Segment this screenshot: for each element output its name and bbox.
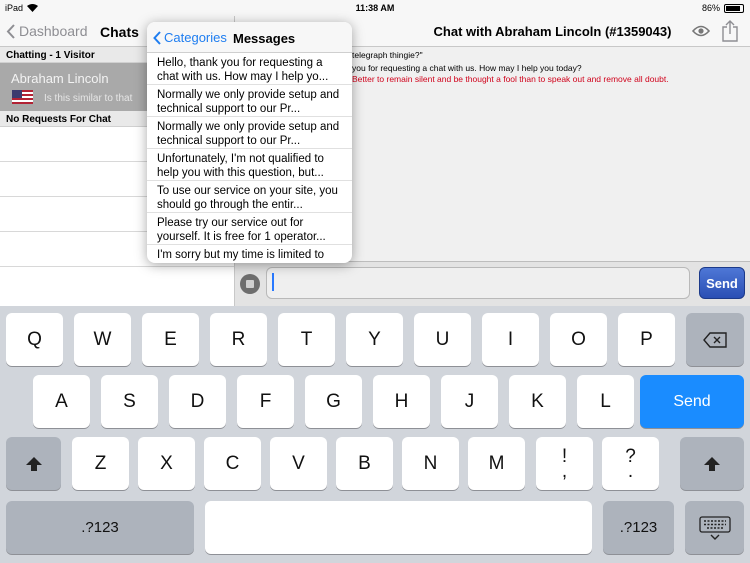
battery-percent: 86% bbox=[701, 3, 720, 13]
key-z[interactable]: Z bbox=[72, 437, 129, 490]
numbers-key-right[interactable]: .?123 bbox=[603, 501, 674, 554]
key-b[interactable]: B bbox=[336, 437, 393, 490]
left-shift-key[interactable] bbox=[6, 437, 61, 490]
canned-messages-popover: Categories Messages Hello, thank you for… bbox=[147, 22, 352, 263]
key-g[interactable]: G bbox=[305, 375, 362, 428]
key-t[interactable]: T bbox=[278, 313, 335, 366]
key-s[interactable]: S bbox=[101, 375, 158, 428]
visitor-preview: Is this similar to that bbox=[44, 93, 133, 104]
key-j[interactable]: J bbox=[441, 375, 498, 428]
popover-title: Messages bbox=[233, 31, 296, 46]
key-p[interactable]: P bbox=[618, 313, 675, 366]
key-period-label: . bbox=[627, 460, 634, 482]
key-c[interactable]: C bbox=[204, 437, 261, 490]
key-y[interactable]: Y bbox=[346, 313, 403, 366]
canned-message-item[interactable]: Unfortunately, I'm not qualified to help… bbox=[147, 149, 352, 181]
key-e[interactable]: E bbox=[142, 313, 199, 366]
transcript-line: telegraph thingie?" bbox=[352, 50, 423, 60]
numbers-key-left[interactable]: .?123 bbox=[6, 501, 194, 554]
shift-icon bbox=[704, 456, 720, 471]
categories-label: Categories bbox=[164, 30, 227, 45]
chevron-left-icon bbox=[153, 30, 161, 45]
canned-message-item[interactable]: Hello, thank you for requesting a chat w… bbox=[147, 53, 352, 85]
backspace-key[interactable] bbox=[686, 313, 744, 366]
status-time: 11:38 AM bbox=[355, 3, 395, 13]
composer-bar: Send bbox=[235, 261, 750, 306]
key-x[interactable]: X bbox=[138, 437, 195, 490]
canned-message-item[interactable]: I'm sorry but my time is limited to bbox=[147, 245, 352, 263]
key-n[interactable]: N bbox=[402, 437, 459, 490]
chats-title: Chats bbox=[100, 24, 139, 40]
visitor-name: Abraham Lincoln bbox=[11, 71, 109, 86]
key-u[interactable]: U bbox=[414, 313, 471, 366]
key-k[interactable]: K bbox=[509, 375, 566, 428]
canned-message-item[interactable]: Normally we only provide setup and techn… bbox=[147, 85, 352, 117]
key-h[interactable]: H bbox=[373, 375, 430, 428]
key-comma-label: , bbox=[561, 460, 568, 482]
text-caret bbox=[272, 273, 274, 291]
share-icon[interactable] bbox=[722, 20, 738, 42]
key-r[interactable]: R bbox=[210, 313, 267, 366]
onscreen-keyboard: Q W E R T Y U I O P A S D F G H J K L Se… bbox=[0, 306, 750, 563]
back-label: Dashboard bbox=[19, 23, 88, 39]
key-i[interactable]: I bbox=[482, 313, 539, 366]
key-f[interactable]: F bbox=[237, 375, 294, 428]
eye-icon[interactable] bbox=[692, 25, 710, 37]
dashboard-back-button[interactable]: Dashboard bbox=[6, 23, 88, 39]
shift-icon bbox=[25, 456, 42, 471]
status-bar: iPad 11:38 AM 86% bbox=[0, 0, 750, 16]
hide-keyboard-key[interactable] bbox=[685, 501, 744, 554]
battery-icon bbox=[724, 3, 744, 13]
key-m[interactable]: M bbox=[468, 437, 525, 490]
key-question-period[interactable]: ?. bbox=[602, 437, 659, 490]
canned-message-item[interactable]: To use our service on your site, you sho… bbox=[147, 181, 352, 213]
message-input[interactable] bbox=[266, 267, 690, 299]
key-l[interactable]: L bbox=[577, 375, 634, 428]
space-bar[interactable] bbox=[205, 501, 592, 554]
canned-message-item[interactable]: Please try our service out for yourself.… bbox=[147, 213, 352, 245]
send-button[interactable]: Send bbox=[699, 267, 745, 299]
keyboard-hide-icon bbox=[698, 515, 731, 540]
attach-icon[interactable] bbox=[240, 274, 260, 294]
key-a[interactable]: A bbox=[33, 375, 90, 428]
transcript-line: Better to remain silent and be thought a… bbox=[352, 74, 669, 84]
key-q[interactable]: Q bbox=[6, 313, 63, 366]
key-w[interactable]: W bbox=[74, 313, 131, 366]
categories-back-button[interactable]: Categories bbox=[153, 30, 227, 45]
key-exclaim-comma[interactable]: !, bbox=[536, 437, 593, 490]
right-shift-key[interactable] bbox=[680, 437, 744, 490]
canned-message-item[interactable]: Normally we only provide setup and techn… bbox=[147, 117, 352, 149]
transcript-line: you for requesting a chat with us. How m… bbox=[352, 63, 582, 73]
keyboard-send-key[interactable]: Send bbox=[640, 375, 744, 428]
popover-header: Categories Messages bbox=[147, 22, 352, 53]
key-d[interactable]: D bbox=[169, 375, 226, 428]
backspace-icon bbox=[703, 331, 727, 348]
chevron-left-icon bbox=[6, 23, 15, 39]
key-v[interactable]: V bbox=[270, 437, 327, 490]
key-o[interactable]: O bbox=[550, 313, 607, 366]
us-flag-icon bbox=[12, 90, 33, 104]
